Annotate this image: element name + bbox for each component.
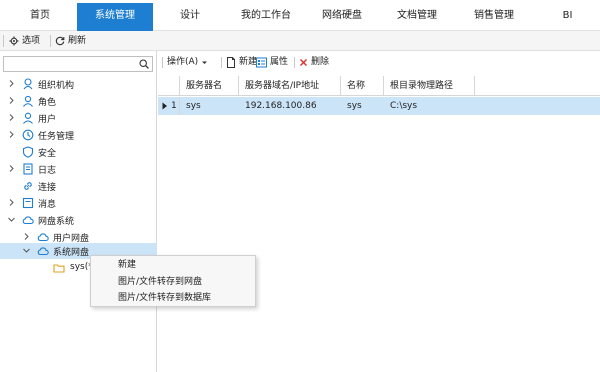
- toolbar-separator: [294, 57, 295, 68]
- properties-label: 属性: [270, 57, 289, 67]
- toolbar-separator: [3, 35, 4, 47]
- gear-icon: [9, 36, 19, 46]
- grid-header: 服务器名 服务器域名/IP地址 名称 根目录物理路径: [158, 76, 600, 96]
- tree-item-label: 安全: [38, 149, 57, 159]
- chevron-right-icon[interactable]: [7, 164, 16, 173]
- row-index: 1: [171, 101, 177, 111]
- tab-document-management[interactable]: 文档管理: [380, 3, 454, 31]
- cloud-icon: [37, 233, 49, 242]
- tree-item-organization[interactable]: 组织机构: [0, 76, 157, 93]
- chevron-right-icon[interactable]: [7, 198, 16, 207]
- tree-item-connection[interactable]: 连接: [0, 178, 157, 195]
- tree-item-message[interactable]: 消息: [0, 195, 157, 212]
- org-icon: [23, 78, 33, 90]
- shield-icon: [22, 146, 34, 158]
- tree-item-user[interactable]: 用户: [0, 110, 157, 127]
- properties-icon: [256, 57, 267, 68]
- tree-item-log[interactable]: 日志: [0, 161, 157, 178]
- top-tab-bar: 首页 系统管理 设计 我的工作台 网络硬盘 文档管理 销售管理 BI: [0, 0, 600, 31]
- chevron-right-icon[interactable]: [7, 96, 16, 105]
- column-header-name[interactable]: 名称: [341, 76, 384, 96]
- search-icon[interactable]: [139, 59, 149, 69]
- folder-icon: [53, 264, 65, 273]
- delete-icon: [300, 59, 307, 66]
- chevron-right-icon[interactable]: [22, 232, 31, 241]
- tab-sales-management[interactable]: 销售管理: [455, 3, 533, 31]
- tree-search-input[interactable]: [4, 57, 134, 71]
- tree-search-box: [3, 56, 153, 72]
- context-menu-save-to-database[interactable]: 图片/文件转存到数据库: [91, 290, 255, 306]
- data-grid: 服务器名 服务器域名/IP地址 名称 根目录物理路径 1 sys 192.168…: [158, 76, 600, 372]
- properties-button[interactable]: 属性: [256, 56, 288, 69]
- role-icon: [23, 95, 33, 107]
- new-label: 新建: [239, 57, 258, 67]
- column-header-server-name[interactable]: 服务器名: [180, 76, 239, 96]
- chevron-right-icon[interactable]: [7, 130, 16, 139]
- cell-name: sys: [347, 101, 362, 111]
- tree-item-label: 网盘系统: [38, 217, 75, 227]
- tree-item-network-disk-system[interactable]: 网盘系统: [0, 212, 157, 229]
- clock-icon: [22, 129, 34, 141]
- new-document-icon: [227, 57, 235, 68]
- tree-item-label: 系统网盘: [53, 248, 90, 258]
- options-label: 选项: [22, 36, 41, 46]
- refresh-button[interactable]: 刷新: [55, 34, 86, 48]
- cloud-icon: [22, 216, 34, 225]
- column-header-server-ip[interactable]: 服务器域名/IP地址: [239, 76, 341, 96]
- tree-item-label: 连接: [38, 183, 57, 193]
- cell-server-name: sys: [186, 101, 201, 111]
- tree-item-security[interactable]: 安全: [0, 144, 157, 161]
- tree-item-label: 消息: [38, 200, 57, 210]
- operate-dropdown-button[interactable]: 操作(A): [167, 56, 208, 69]
- tree-item-role[interactable]: 角色: [0, 93, 157, 110]
- row-pointer-icon: [162, 102, 167, 110]
- context-menu-save-to-disk[interactable]: 图片/文件转存到网盘: [91, 274, 255, 290]
- row-header[interactable]: 1: [158, 97, 180, 115]
- main-toolbar: 选项 刷新: [0, 31, 600, 51]
- chevron-down-icon[interactable]: [22, 246, 31, 255]
- tree-item-label: 组织机构: [38, 81, 75, 91]
- refresh-label: 刷新: [68, 36, 87, 46]
- context-menu-new[interactable]: 新建: [91, 257, 255, 273]
- operate-label: 操作(A): [167, 57, 199, 67]
- tree-item-label: 用户: [38, 115, 57, 125]
- tree-item-label: 日志: [38, 166, 57, 176]
- tab-design[interactable]: 设计: [155, 3, 225, 31]
- delete-label: 删除: [311, 57, 330, 67]
- tab-system-management[interactable]: 系统管理: [77, 3, 153, 31]
- delete-button[interactable]: 删除: [299, 56, 329, 69]
- cloud-icon: [37, 247, 49, 256]
- refresh-icon: [55, 36, 65, 46]
- tree-item-label: 任务管理: [38, 132, 75, 142]
- link-icon: [24, 182, 32, 190]
- new-button[interactable]: 新建: [226, 56, 257, 69]
- cell-root-path: C:\sys: [390, 101, 418, 111]
- tab-home[interactable]: 首页: [0, 3, 80, 31]
- toolbar-separator: [162, 57, 163, 68]
- tree-item-task-management[interactable]: 任务管理: [0, 127, 157, 144]
- toolbar-separator: [50, 35, 51, 47]
- table-row[interactable]: 1 sys 192.168.100.86 sys C:\sys: [158, 97, 600, 115]
- log-icon: [23, 163, 33, 175]
- tree-item-label: 角色: [38, 98, 57, 108]
- tab-bi[interactable]: BI: [535, 3, 600, 31]
- context-menu: 新建 图片/文件转存到网盘 图片/文件转存到数据库: [90, 255, 256, 307]
- options-button[interactable]: 选项: [9, 34, 40, 48]
- message-icon: [22, 197, 34, 209]
- column-header-root-path[interactable]: 根目录物理路径: [384, 76, 475, 96]
- chevron-right-icon[interactable]: [7, 79, 16, 88]
- tab-my-workbench[interactable]: 我的工作台: [226, 3, 306, 31]
- dropdown-arrow-icon: [202, 61, 208, 64]
- user-icon: [23, 112, 33, 124]
- cell-server-ip: 192.168.100.86: [245, 101, 317, 111]
- chevron-right-icon[interactable]: [7, 113, 16, 122]
- row-header-corner: [158, 76, 180, 96]
- navigation-tree-pane: 组织机构 角色 用户 任务管理 安全 日志 连接 消息 网盘系统 用户网盘 系统…: [0, 51, 157, 372]
- chevron-down-icon[interactable]: [7, 215, 16, 224]
- toolbar-separator: [221, 57, 222, 68]
- grid-toolbar: 操作(A) 新建 属性 删除: [158, 51, 600, 73]
- tab-network-disk[interactable]: 网络硬盘: [306, 3, 378, 31]
